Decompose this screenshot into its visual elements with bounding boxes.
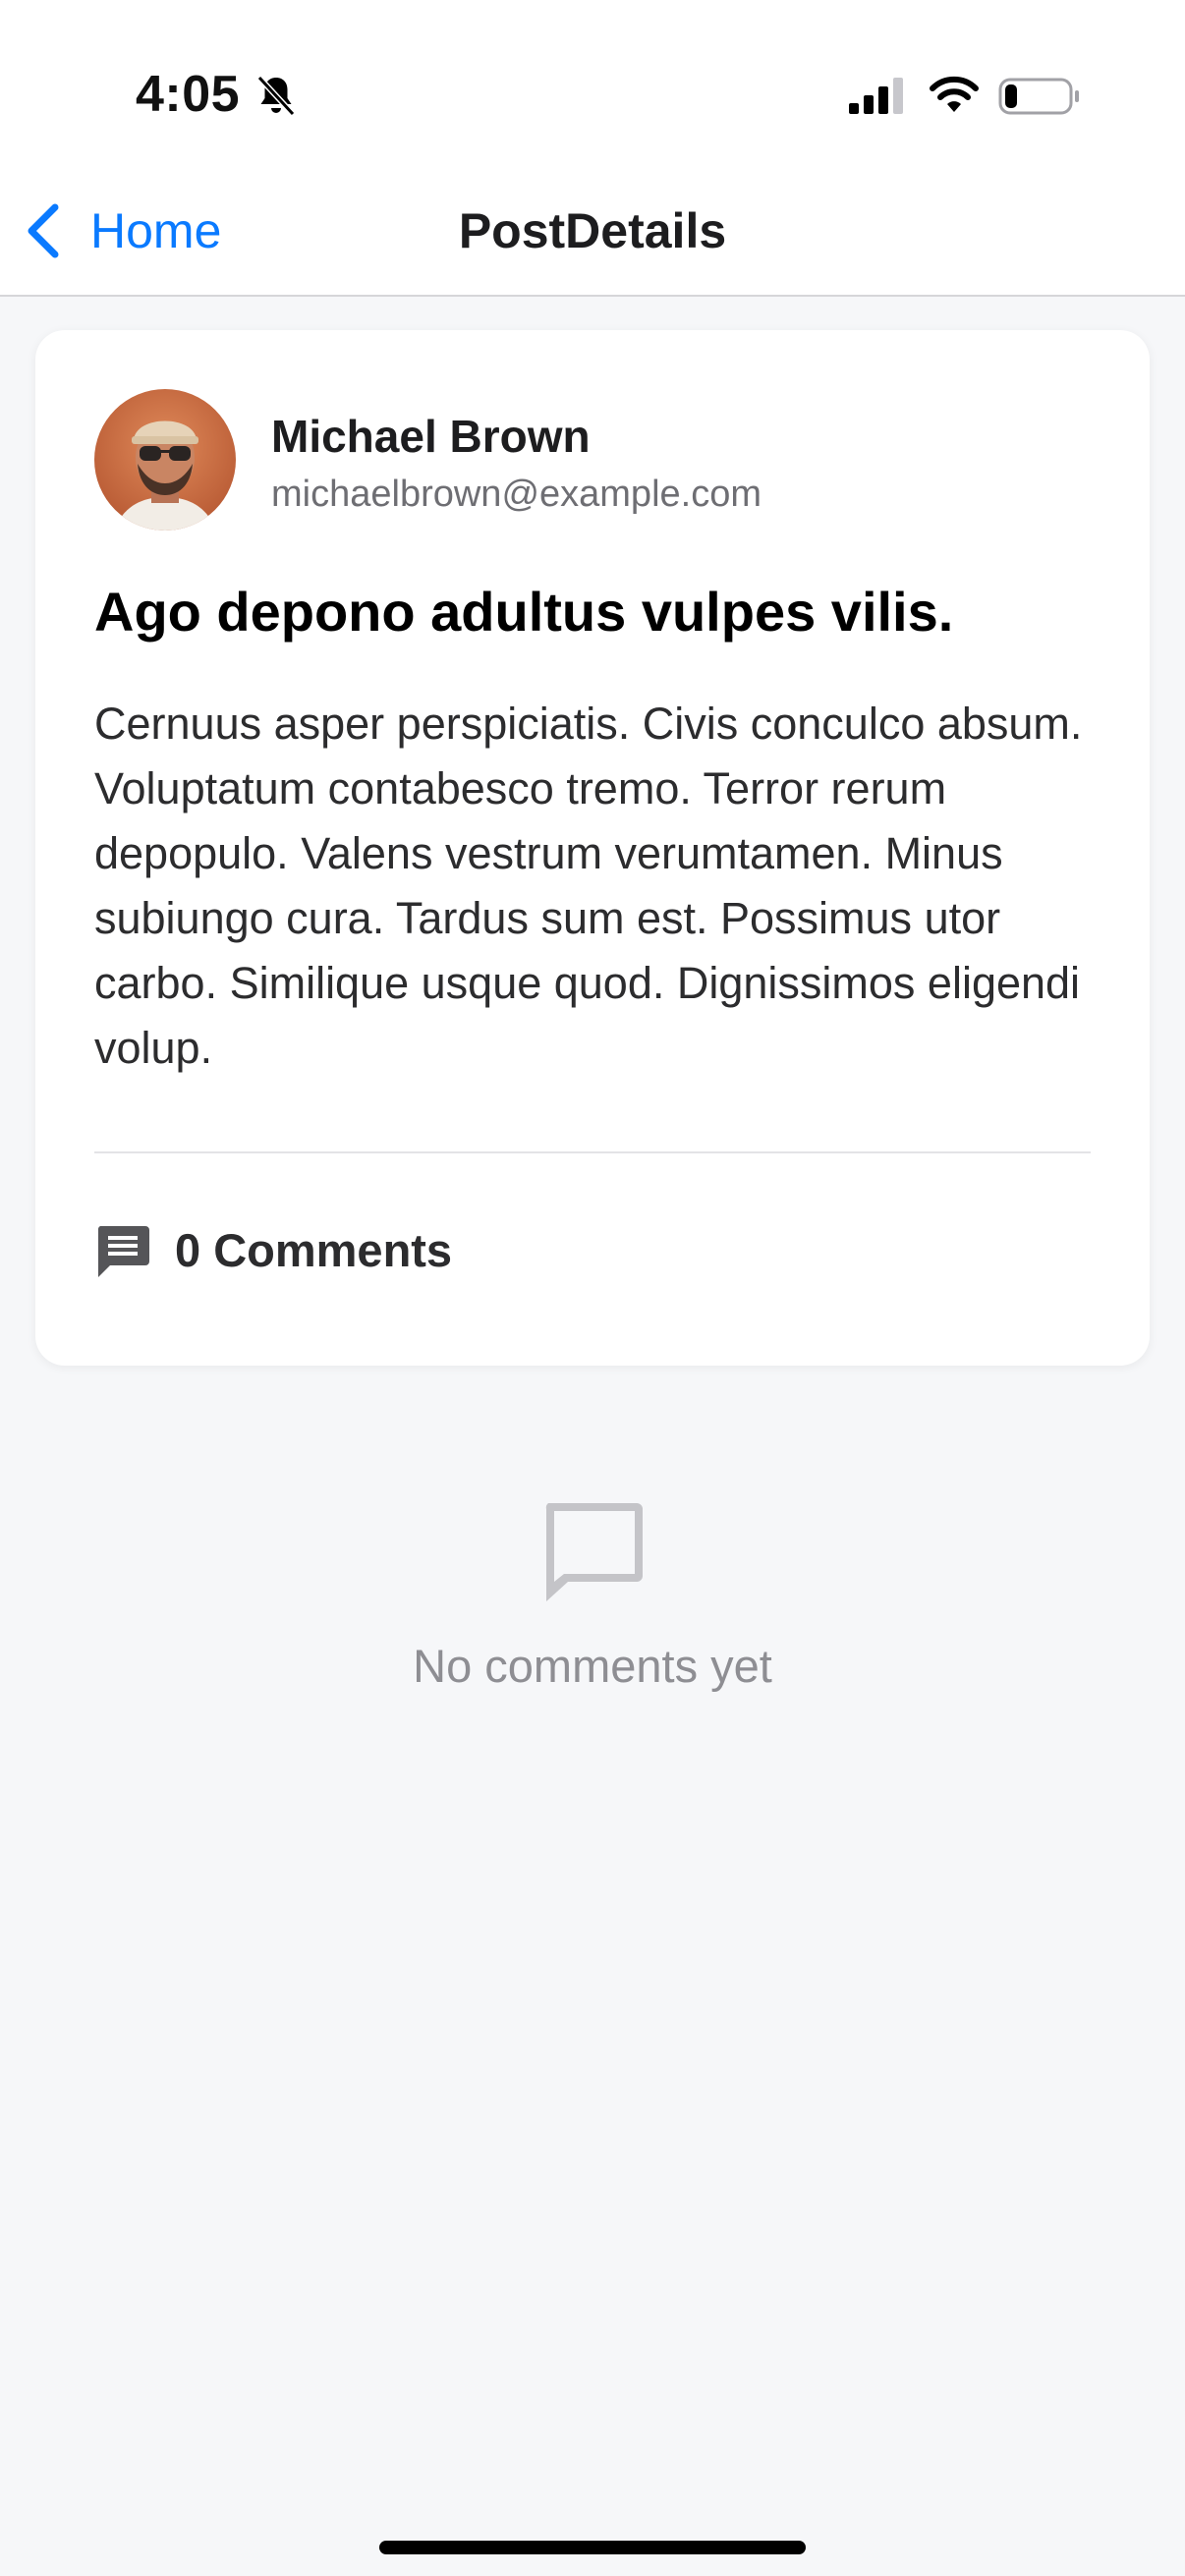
avatar[interactable]	[94, 389, 236, 531]
comments-count: 0 Comments	[175, 1224, 453, 1276]
page-title: PostDetails	[458, 203, 727, 258]
comments-button[interactable]: 0 Comments	[94, 1214, 452, 1287]
post-body: Cernuus asper perspiciatis. Civis concul…	[94, 699, 1083, 1073]
home-indicator	[379, 2541, 806, 2554]
top-bar: 4:05 Home PostDetails	[0, 0, 1185, 297]
post-title: Ago depono adultus vulpes vilis.	[94, 581, 954, 643]
bell-slash-icon	[256, 75, 296, 117]
battery-icon	[998, 78, 1079, 115]
cellular-signal-icon	[849, 78, 903, 114]
divider	[94, 1151, 1091, 1153]
avatar-image	[94, 389, 236, 531]
empty-state-message: No comments yet	[413, 1640, 772, 1692]
status-time: 4:05	[136, 66, 241, 123]
empty-comment-icon	[545, 1503, 643, 1601]
author-email: michaelbrown@example.com	[271, 474, 762, 515]
post-card: Michael Brown michaelbrown@example.com A…	[35, 330, 1150, 1366]
wifi-icon	[930, 76, 979, 112]
comment-icon	[97, 1226, 149, 1277]
author-name: Michael Brown	[271, 411, 591, 462]
